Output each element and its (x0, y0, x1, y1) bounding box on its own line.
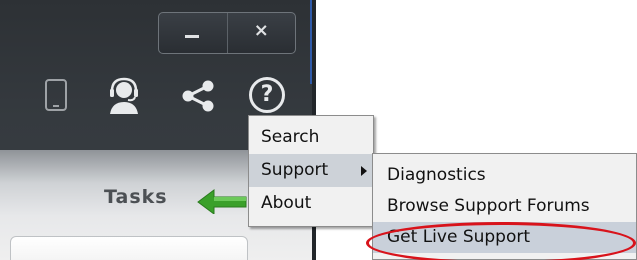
green-arrow-icon[interactable] (194, 186, 250, 215)
menu-item-about[interactable]: About (249, 187, 373, 220)
help-menu: Search Support About (248, 115, 374, 227)
close-button[interactable]: × (226, 13, 296, 53)
minimize-button[interactable] (159, 13, 227, 53)
menu-item-diagnostics[interactable]: Diagnostics (373, 160, 636, 191)
menu-item-label: Diagnostics (387, 165, 486, 185)
menu-item-label: Get Live Support (387, 227, 531, 247)
close-icon: × (253, 20, 269, 41)
menu-item-support[interactable]: Support (249, 154, 373, 187)
menu-item-label: Support (261, 160, 329, 180)
menu-item-label: About (261, 193, 312, 213)
help-icon[interactable]: ? (249, 77, 285, 113)
share-icon[interactable] (180, 78, 216, 114)
menu-item-browse-support-forums[interactable]: Browse Support Forums (373, 191, 636, 222)
menu-item-label: Search (261, 127, 320, 147)
tablet-icon[interactable] (45, 79, 67, 111)
menu-item-search[interactable]: Search (249, 121, 373, 154)
support-submenu: Diagnostics Browse Support Forums Get Li… (372, 153, 637, 260)
menu-item-label: Browse Support Forums (387, 196, 590, 216)
task-panel[interactable] (10, 236, 248, 260)
submenu-arrow-icon (361, 166, 367, 176)
window-controls: × (158, 12, 296, 54)
support-agent-icon[interactable] (104, 76, 144, 116)
minimize-icon (185, 35, 199, 38)
tasks-label[interactable]: Tasks (104, 186, 168, 208)
menu-item-get-live-support[interactable]: Get Live Support (373, 222, 636, 253)
